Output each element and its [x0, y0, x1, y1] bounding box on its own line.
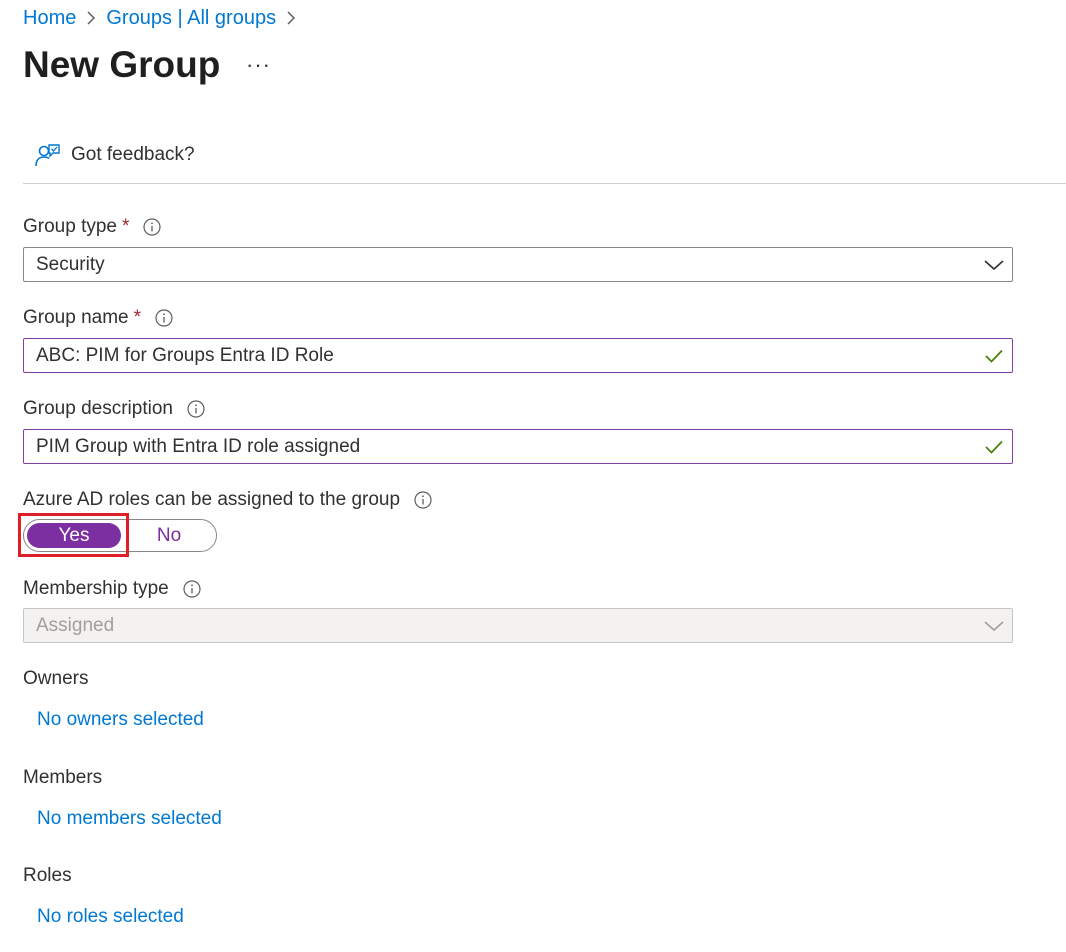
- group-description-input[interactable]: PIM Group with Entra ID role assigned: [23, 429, 1013, 464]
- group-name-label-row: Group name *: [23, 307, 173, 329]
- roles-label: Roles: [23, 865, 72, 886]
- chevron-down-icon: [976, 619, 1012, 633]
- azure-ad-roles-toggle: Yes No: [23, 519, 217, 552]
- required-asterisk: *: [122, 216, 130, 237]
- membership-type-label: Membership type: [23, 578, 169, 599]
- info-icon[interactable]: [155, 309, 173, 327]
- page-title: New Group: [23, 44, 221, 85]
- group-name-input[interactable]: ABC: PIM for Groups Entra ID Role: [23, 338, 1013, 373]
- group-description-label: Group description: [23, 398, 173, 419]
- group-description-label-row: Group description: [23, 398, 205, 420]
- roles-link[interactable]: No roles selected: [37, 906, 184, 928]
- required-asterisk: *: [133, 307, 142, 328]
- info-icon[interactable]: [414, 491, 432, 509]
- membership-type-label-row: Membership type: [23, 578, 201, 600]
- chevron-down-icon: [976, 258, 1012, 272]
- chevron-right-icon: [79, 6, 103, 30]
- info-icon[interactable]: [143, 218, 162, 236]
- feedback-label: Got feedback?: [71, 144, 195, 165]
- owners-link[interactable]: No owners selected: [37, 709, 204, 731]
- info-icon[interactable]: [187, 400, 205, 418]
- azure-ad-roles-label: Azure AD roles can be assigned to the gr…: [23, 489, 401, 510]
- checkmark-icon: [976, 439, 1012, 455]
- toggle-no-option[interactable]: No: [124, 523, 214, 548]
- more-options-icon[interactable]: ···: [246, 52, 271, 78]
- feedback-button[interactable]: Got feedback?: [34, 142, 195, 168]
- chevron-right-icon: [279, 6, 303, 30]
- group-type-dropdown[interactable]: Security: [23, 247, 1013, 282]
- info-icon[interactable]: [183, 580, 201, 598]
- group-type-label-row: Group type *: [23, 216, 162, 238]
- group-type-value: Security: [36, 253, 105, 275]
- group-type-label: Group type: [23, 216, 117, 237]
- breadcrumb-home-link[interactable]: Home: [23, 7, 76, 30]
- membership-type-value: Assigned: [36, 614, 115, 636]
- members-label: Members: [23, 767, 103, 788]
- group-name-value: ABC: PIM for Groups Entra ID Role: [36, 344, 334, 366]
- checkmark-icon: [976, 348, 1012, 364]
- breadcrumb-groups-link[interactable]: Groups | All groups: [106, 7, 276, 30]
- membership-type-dropdown: Assigned: [23, 608, 1013, 643]
- feedback-person-icon: [34, 142, 60, 168]
- members-link[interactable]: No members selected: [37, 808, 222, 830]
- owners-label: Owners: [23, 668, 89, 689]
- group-description-value: PIM Group with Entra ID role assigned: [36, 435, 361, 457]
- azure-ad-roles-label-row: Azure AD roles can be assigned to the gr…: [23, 489, 432, 511]
- breadcrumb: Home Groups | All groups: [23, 6, 306, 30]
- toggle-yes-option[interactable]: Yes: [27, 523, 121, 548]
- divider: [23, 183, 1066, 184]
- group-name-label: Group name: [23, 307, 129, 328]
